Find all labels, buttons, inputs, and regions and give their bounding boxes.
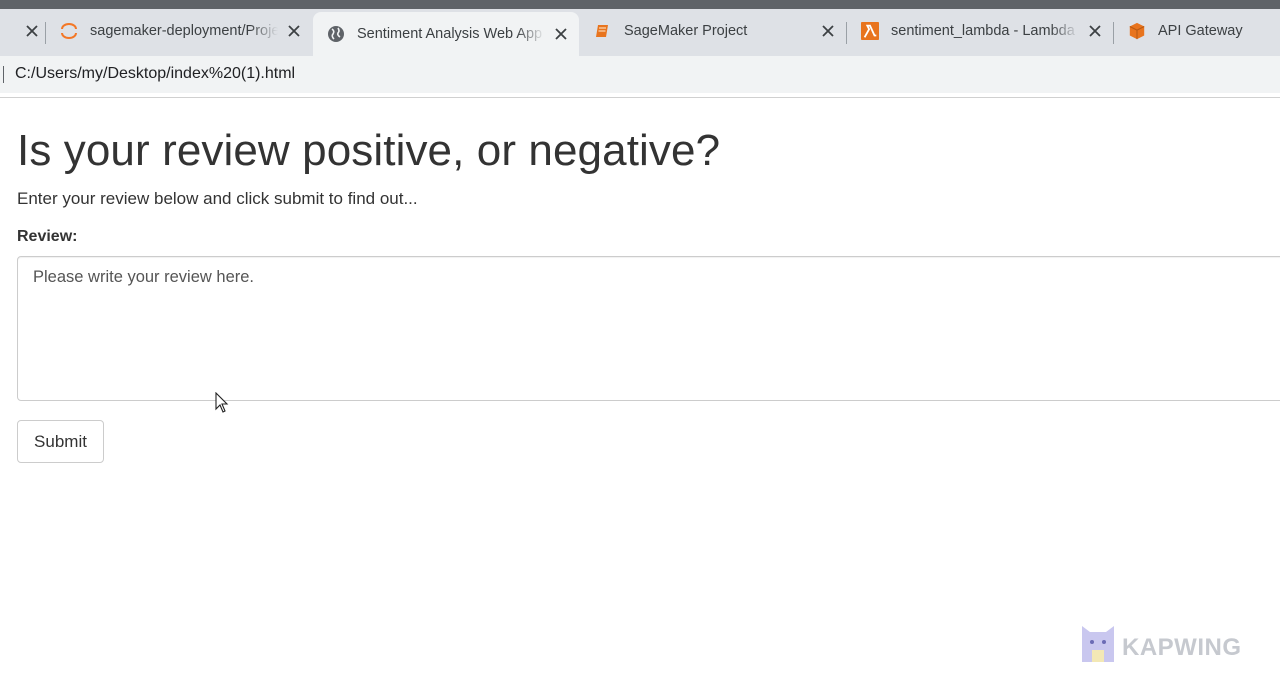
tab-sagemaker-deployment[interactable]: sagemaker-deployment/Project: [46, 12, 312, 50]
address-bar-border: [0, 97, 1280, 98]
submit-button[interactable]: Submit: [17, 420, 104, 463]
tab-partial[interactable]: [0, 12, 44, 50]
address-url[interactable]: C:/Users/my/Desktop/index%20(1).html: [15, 65, 295, 83]
tab-sentiment-lambda[interactable]: sentiment_lambda - Lambda: [847, 12, 1113, 50]
mouse-cursor-icon: [215, 391, 229, 419]
tab-title: sagemaker-deployment/Project: [90, 23, 278, 39]
tab-title: Sentiment Analysis Web App: [357, 26, 543, 42]
review-label: Review:: [17, 228, 78, 245]
tab-sagemaker-project[interactable]: SageMaker Project: [580, 12, 846, 50]
notebook-icon: [594, 22, 612, 40]
review-placeholder: Please write your review here.: [33, 268, 255, 286]
tab-title: sentiment_lambda - Lambda: [891, 23, 1075, 39]
address-bar[interactable]: C:/Users/my/Desktop/index%20(1).html: [0, 56, 1280, 93]
review-textarea[interactable]: Please write your review here.: [17, 256, 1280, 401]
tab-title: API Gateway: [1158, 23, 1243, 39]
address-bar-divider: [3, 66, 4, 83]
tab-bar: sagemaker-deployment/Project Sentiment A…: [0, 9, 1280, 56]
watermark-text: KAPWING: [1122, 633, 1242, 661]
kapwing-watermark: KAPWING: [1080, 622, 1242, 673]
lambda-icon: [861, 22, 879, 40]
close-icon[interactable]: [24, 23, 40, 39]
tab-title: SageMaker Project: [624, 23, 748, 39]
kapwing-cat-icon: [1080, 622, 1116, 673]
globe-icon: [327, 25, 345, 43]
tab-api-gateway[interactable]: API Gateway: [1114, 12, 1280, 50]
close-icon[interactable]: [820, 23, 836, 39]
api-gateway-icon: [1128, 22, 1146, 40]
intro-text: Enter your review below and click submit…: [17, 189, 418, 208]
tab-sentiment-analysis[interactable]: Sentiment Analysis Web App: [313, 12, 579, 56]
jupyter-icon: [60, 22, 78, 40]
close-icon[interactable]: [286, 23, 302, 39]
window-top-strip: [0, 0, 1280, 9]
close-icon[interactable]: [553, 26, 569, 42]
close-icon[interactable]: [1087, 23, 1103, 39]
page-title: Is your review positive, or negative?: [17, 126, 721, 175]
